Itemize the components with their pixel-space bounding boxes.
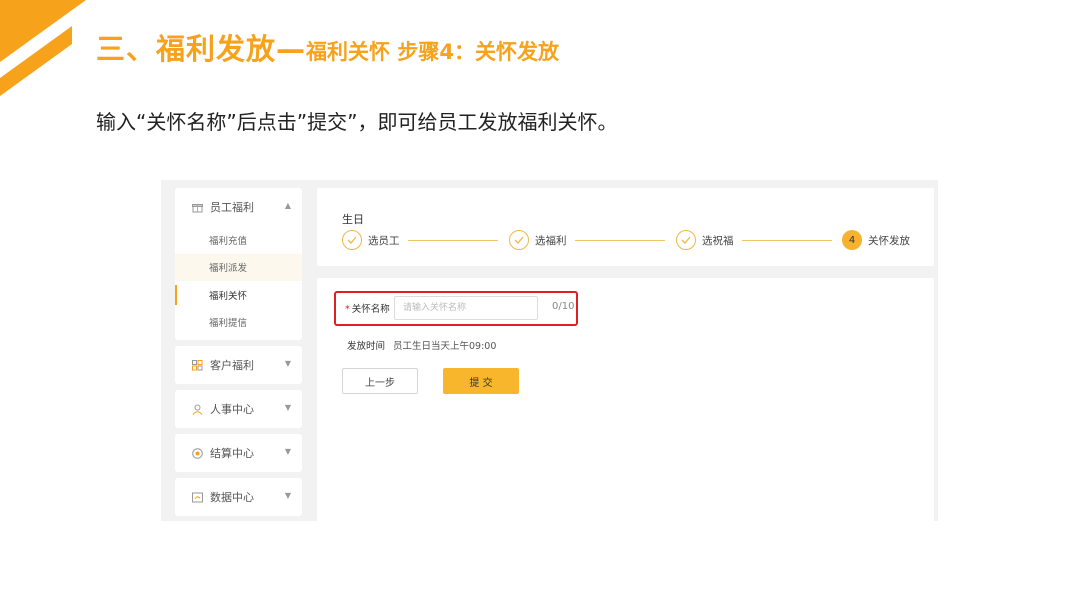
menu-label: 员工福利	[210, 201, 254, 214]
step-select-employee: 选员工	[342, 230, 400, 250]
menu-head-hr-center[interactable]: 人事中心 ▼	[175, 390, 302, 428]
breadcrumb: 生日	[342, 213, 364, 226]
step-label: 关怀发放	[868, 234, 910, 247]
corner-decoration	[0, 0, 86, 96]
check-icon	[676, 230, 696, 250]
required-mark: *	[345, 304, 350, 315]
menu-label: 数据中心	[210, 491, 254, 504]
slide: 三、福利发放—福利关怀 步骤4：关怀发放 输入“关怀名称”后点击”提交”，即可给…	[0, 0, 1080, 608]
step-label: 选员工	[368, 234, 400, 247]
steps-card: 生日 选员工 选福利 选祝福 4 关怀发放	[317, 188, 934, 266]
care-name-input[interactable]: 请输入关怀名称	[394, 296, 538, 320]
send-time-label: 发放时间	[347, 341, 386, 352]
sidebar-item-welfare-letter[interactable]: 福利提信	[175, 309, 302, 337]
menu-head-data-center[interactable]: 数据中心 ▼	[175, 478, 302, 516]
step-care-distribute: 4 关怀发放	[842, 230, 910, 250]
chevron-down-icon: ▼	[284, 359, 291, 368]
check-icon	[342, 230, 362, 250]
chevron-down-icon: ▼	[284, 491, 291, 500]
submit-button[interactable]: 提 交	[443, 368, 519, 394]
step-number: 4	[842, 230, 862, 250]
step-label: 选福利	[535, 234, 567, 247]
menu-label: 人事中心	[210, 403, 254, 416]
step-connector	[408, 240, 498, 241]
chevron-down-icon: ▼	[284, 403, 291, 412]
person-icon	[192, 404, 203, 415]
coin-icon	[192, 447, 203, 459]
instruction-text: 输入“关怀名称”后点击”提交”，即可给员工发放福利关怀。	[96, 110, 618, 134]
menu-group-settlement-center: 结算中心 ▼	[175, 434, 302, 472]
chart-icon	[192, 492, 203, 503]
sidebar-item-welfare-distribute[interactable]: 福利派发	[175, 253, 302, 281]
sidebar-item-welfare-recharge[interactable]: 福利充值	[175, 226, 302, 254]
title-main: 三、福利发放—	[96, 32, 307, 66]
sidebar-item-welfare-care[interactable]: 福利关怀	[175, 281, 302, 309]
menu-group-employee-welfare: 员工福利 ▲ 福利充值 福利派发 福利关怀 福利提信	[175, 188, 302, 340]
step-label: 选祝福	[702, 234, 734, 247]
title-sub: 福利关怀 步骤4：关怀发放	[306, 40, 559, 64]
menu-head-settlement-center[interactable]: 结算中心 ▼	[175, 434, 302, 472]
group-icon	[192, 359, 203, 371]
menu-label: 结算中心	[210, 447, 254, 460]
sidebar: 员工福利 ▲ 福利充值 福利派发 福利关怀 福利提信 客户福利 ▼ 人事中心 ▼…	[175, 188, 302, 521]
care-name-label: * 关怀名称	[345, 304, 390, 315]
step-select-blessing: 选祝福	[676, 230, 734, 250]
send-time-row: 发放时间 员工生日当天上午09:00	[347, 338, 496, 352]
page-title: 三、福利发放—福利关怀 步骤4：关怀发放	[96, 26, 559, 68]
menu-label: 客户福利	[210, 359, 254, 372]
prev-step-button[interactable]: 上一步	[342, 368, 418, 394]
step-connector	[575, 240, 665, 241]
menu-group-hr-center: 人事中心 ▼	[175, 390, 302, 428]
form-card: * 关怀名称 请输入关怀名称 0/10 发放时间 员工生日当天上午09:00 上一步…	[317, 278, 934, 521]
menu-head-employee-welfare[interactable]: 员工福利 ▲	[175, 188, 302, 226]
menu-group-data-center: 数据中心 ▼	[175, 478, 302, 516]
step-connector	[742, 240, 832, 241]
care-name-highlight: * 关怀名称 请输入关怀名称 0/10	[334, 291, 578, 326]
step-select-welfare: 选福利	[509, 230, 567, 250]
submenu-employee-welfare: 福利充值 福利派发 福利关怀 福利提信	[175, 226, 302, 340]
char-counter: 0/10	[552, 301, 575, 312]
menu-group-customer-welfare: 客户福利 ▼	[175, 346, 302, 384]
gift-icon	[192, 202, 203, 213]
stepper: 选员工 选福利 选祝福 4 关怀发放	[342, 230, 912, 252]
menu-head-customer-welfare[interactable]: 客户福利 ▼	[175, 346, 302, 384]
chevron-down-icon: ▼	[284, 447, 291, 456]
send-time-value: 员工生日当天上午09:00	[393, 341, 497, 352]
app-screenshot: 员工福利 ▲ 福利充值 福利派发 福利关怀 福利提信 客户福利 ▼ 人事中心 ▼…	[161, 180, 938, 521]
check-icon	[509, 230, 529, 250]
chevron-up-icon: ▲	[284, 201, 291, 210]
